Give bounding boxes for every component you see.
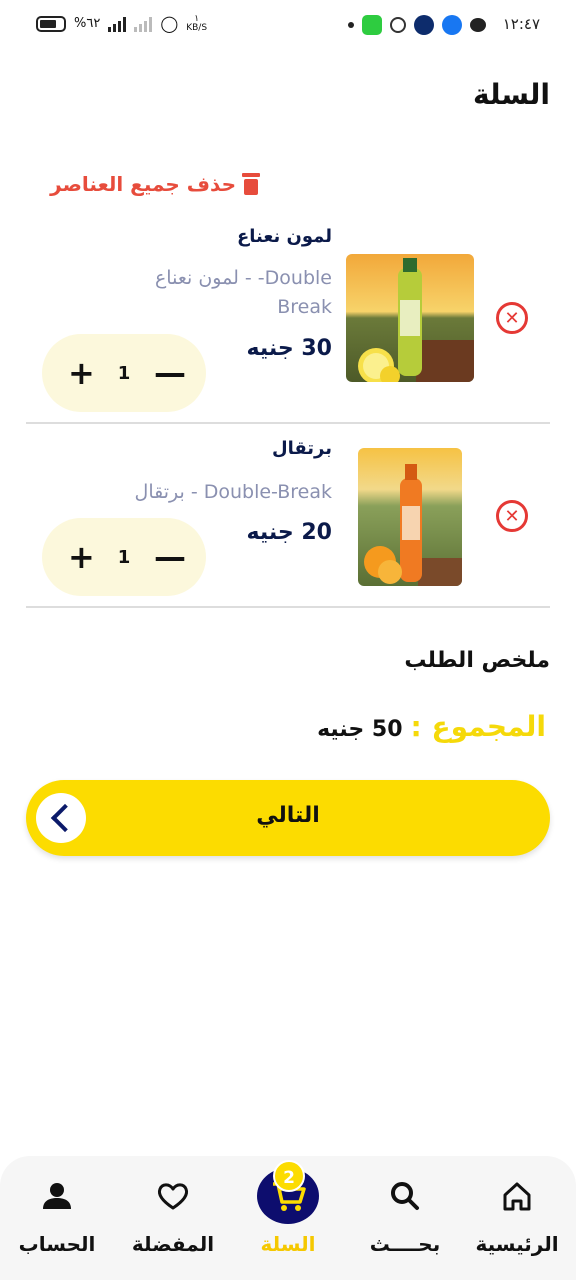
product-image (346, 254, 474, 382)
page-title: السلة (472, 78, 550, 111)
total-value: 50 جنيه (317, 717, 403, 742)
cart-item: ✕ لمون نعناع لمون نعناع - -Double Break … (26, 220, 550, 424)
nav-label-search: بحــــث (369, 1232, 441, 1256)
person-icon (37, 1176, 77, 1216)
facebook-icon (442, 15, 462, 35)
bottom-navigation: الرئيسية بحــــث 2 السلة المفضلة الحساب (0, 1156, 576, 1280)
nav-item-cart[interactable]: 2 السلة (233, 1160, 343, 1258)
total-row: المجموع : 50 جنيه (317, 710, 546, 743)
plus-icon[interactable]: + (68, 357, 95, 389)
nav-item-search[interactable]: بحــــث (350, 1176, 460, 1266)
messenger-icon (470, 18, 486, 32)
quantity-stepper: + 1 — (42, 334, 206, 412)
app-logo-icon (414, 15, 434, 35)
nav-label-account: الحساب (18, 1232, 96, 1256)
nav-label-cart: السلة (260, 1232, 316, 1256)
plus-icon[interactable]: + (68, 541, 95, 573)
dot-icon (348, 22, 354, 28)
cart-item: ✕ برتقال برتقال - Double-Break 20 جنيه + (26, 434, 550, 608)
item-description: لمون نعناع - -Double Break (154, 267, 332, 318)
item-name: لمون نعناع (236, 226, 332, 247)
nav-item-account[interactable]: الحساب (2, 1176, 112, 1266)
app-notification-icon (362, 15, 382, 35)
cart-count-badge: 2 (273, 1160, 305, 1192)
remove-item-button[interactable]: ✕ (496, 500, 528, 532)
chevron-left-icon (36, 793, 86, 843)
status-left-group: %٦٢ ◯ ١ KB/S (36, 14, 207, 33)
heart-icon (153, 1176, 193, 1216)
signal-icon-2 (134, 16, 153, 32)
wifi-icon: ◯ (160, 14, 179, 33)
item-description: برتقال - Double-Break (134, 481, 332, 503)
nav-label-home: الرئيسية (475, 1232, 559, 1256)
next-button[interactable]: التالي (26, 780, 550, 856)
home-icon (497, 1176, 537, 1216)
search-icon (385, 1176, 425, 1216)
minus-icon[interactable]: — (154, 357, 186, 389)
nav-item-favorites[interactable]: المفضلة (118, 1176, 228, 1266)
item-price: 20 جنيه (246, 520, 332, 545)
quantity-value: 1 (117, 546, 131, 568)
network-speed: ١ KB/S (186, 13, 208, 33)
battery-icon (36, 15, 66, 32)
clock: ١٢:٤٧ (502, 15, 540, 33)
status-bar: %٦٢ ◯ ١ KB/S ١٢:٤٧ (0, 0, 576, 52)
nav-item-home[interactable]: الرئيسية (462, 1176, 572, 1266)
minus-icon[interactable]: — (154, 541, 186, 573)
close-icon: ✕ (504, 505, 520, 527)
notification-icons (348, 15, 486, 35)
trash-icon (242, 173, 260, 195)
order-summary-title: ملخص الطلب (404, 648, 550, 673)
nav-label-favorites: المفضلة (131, 1232, 215, 1256)
clear-all-button[interactable]: حذف جميع العناصر (50, 172, 260, 196)
signal-icon (108, 16, 127, 32)
total-label: المجموع : (410, 710, 546, 743)
cart-icon: 2 (257, 1160, 319, 1224)
quantity-value: 1 (117, 362, 131, 384)
mosque-icon (390, 17, 406, 33)
close-icon: ✕ (504, 307, 520, 329)
battery-percent: %٦٢ (74, 16, 101, 31)
item-name: برتقال (271, 438, 332, 459)
quantity-stepper: + 1 — (42, 518, 206, 596)
next-button-label: التالي (256, 803, 320, 828)
item-price: 30 جنيه (246, 336, 332, 361)
clear-all-label: حذف جميع العناصر (50, 172, 236, 196)
product-image (358, 448, 462, 586)
remove-item-button[interactable]: ✕ (496, 302, 528, 334)
